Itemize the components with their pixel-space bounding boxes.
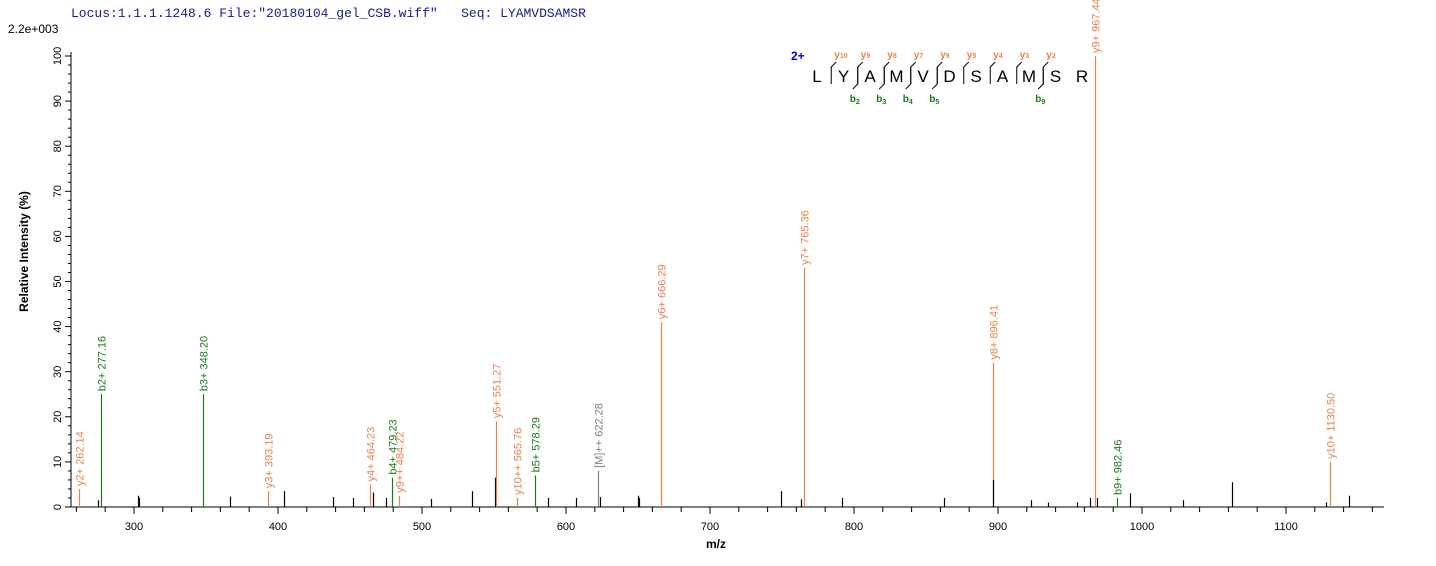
y-tick-label: 70 [52,185,64,197]
b-cleavage-mark [852,67,859,90]
residue: M [889,67,903,86]
y-tick-label: 60 [52,230,64,242]
peak-label: y9+ 967.44 [1091,0,1103,53]
b-ion-label: b5 [929,94,939,106]
y-ion-label: y8 [887,50,897,61]
x-tick-label: 1100 [1274,521,1298,533]
x-tick-label: 1000 [1130,521,1154,533]
peak-label: b9+ 982.46 [1113,440,1125,495]
y-cleavage-mark [963,61,970,84]
peak-label: b3+ 348.20 [199,336,211,391]
peak-label: y2+ 262.14 [75,431,87,486]
charge-state: 2+ [791,49,805,63]
x-tick-label: 500 [413,521,431,533]
residue: S [1050,67,1061,86]
peak-label: y10+ 1130.50 [1326,393,1338,459]
b-cleavage-mark [905,67,912,90]
residue: A [864,67,876,86]
y-cleavage-mark [989,61,996,84]
y-cleavage-mark [910,61,917,84]
b-cleavage-mark [1037,67,1044,90]
peak-label: y8+ 896.41 [989,305,1001,360]
y-tick-label: 50 [52,275,64,287]
y-cleavage-mark [830,61,837,84]
x-axis-label: m/z [706,537,726,551]
y-tick-label: 0 [52,504,64,510]
b-ion-label: b9 [1035,94,1045,106]
peak-label: y4+ 464.23 [366,427,378,482]
y-ion-label: y2 [1046,50,1056,61]
residue: S [970,67,981,86]
residue: V [917,67,929,86]
y-axis-label: Relative Intensity (%) [17,191,31,312]
peak-label: y10++ 565.76 [513,428,525,495]
peak-label: y9++ 484.22 [395,432,407,493]
x-tick-label: 400 [269,521,287,533]
y-cleavage-mark [1042,61,1049,84]
residue: D [943,67,955,86]
peak-label: b2+ 277.16 [97,336,109,391]
b-ion-label: b3 [876,94,886,106]
y-ion-label: y7 [914,50,924,61]
y-cleavage-mark [857,61,864,84]
y-tick-label: 30 [52,366,64,378]
y-cleavage-mark [936,61,943,84]
y-tick-label: 90 [52,95,64,107]
y-ion-label: y10 [834,50,847,61]
residue: M [1022,67,1036,86]
b-cleavage-mark [931,67,938,90]
b-cleavage-mark [878,67,885,90]
residue: A [997,67,1009,86]
b-ion-label: b2 [850,94,860,106]
x-tick-label: 700 [701,521,719,533]
x-tick-label: 900 [989,521,1007,533]
y-tick-label: 100 [52,47,64,65]
y-tick-label: 40 [52,320,64,332]
peak-label: b5+ 578.29 [531,417,543,472]
residue: L [812,67,821,86]
peak-label: y7+ 765.36 [800,210,812,265]
spectrum-chart: 0 10 20 30 40 50 60 70 80 90 100 300 400 500 600 700 800… [17,0,1384,551]
y-ion-label: y5 [967,50,977,61]
y-ion-label: y9 [861,50,871,61]
residue: Y [838,67,849,86]
y-tick-label: 20 [52,411,64,423]
y-ion-label: y6 [940,50,950,61]
peak-label: y5+ 551.27 [492,364,504,419]
peak-label: y3+ 393.19 [264,433,276,488]
b-ion-label: b4 [903,94,913,106]
x-tick-label: 300 [125,521,143,533]
x-tick-label: 800 [845,521,863,533]
peak-label: y6+ 666.29 [657,264,669,319]
residue: R [1076,67,1088,86]
peak-label: [M]++ 622.28 [594,403,606,468]
y-ion-label: y4 [993,50,1003,61]
y-tick-label: 10 [52,456,64,468]
x-tick-label: 600 [557,521,575,533]
y-ion-label: y3 [1020,50,1030,61]
y-tick-label: 80 [52,140,64,152]
